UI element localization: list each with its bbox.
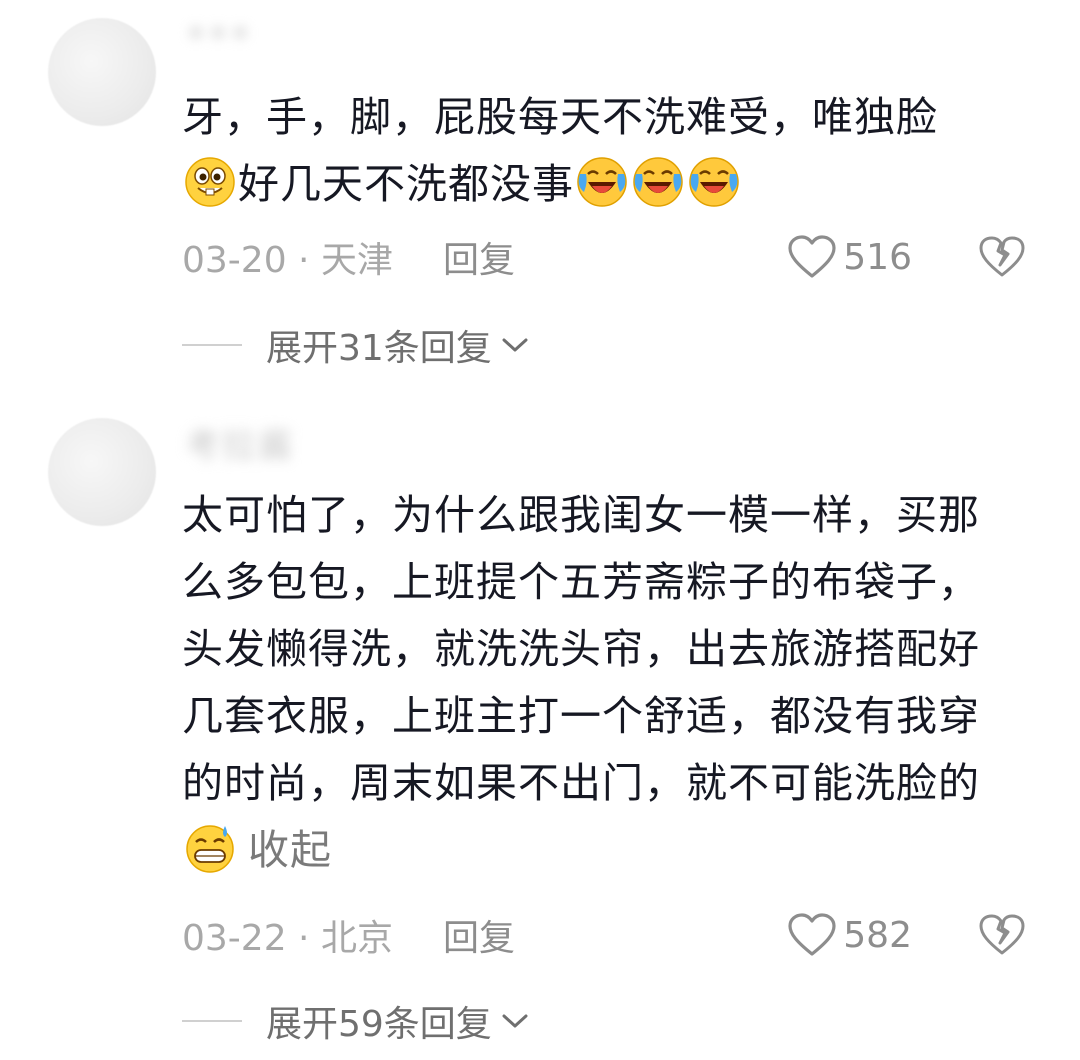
- date-location: 03-20 · 天津: [182, 240, 393, 281]
- username[interactable]: 考拉酱: [186, 418, 294, 467]
- chevron-down-icon: [502, 338, 528, 352]
- comment-meta: 03-22 · 北京 回复 582: [182, 910, 1026, 960]
- expand-replies-label: 展开59条回复: [266, 1004, 492, 1045]
- expand-replies-label: 展开31条回复: [266, 328, 492, 369]
- laughing-crying-emoji-icon: [632, 156, 684, 208]
- comment-item: ••• 牙，手，脚，屁股每天不洗难受，唯独脸 好几天不洗都没事 03-20 · …: [0, 0, 1080, 400]
- dislike-button[interactable]: [978, 913, 1026, 957]
- comment-item: 考拉酱 太可怕了，为什么跟我闺女一模一样，买那么多包包，上班提个五芳斋粽子的布袋…: [0, 400, 1080, 1060]
- reply-button[interactable]: 回复: [443, 909, 515, 961]
- comment-text-line: 好几天不洗都没事: [182, 151, 1002, 218]
- laughing-crying-emoji-icon: [576, 156, 628, 208]
- comment-text-segment: 好几天不洗都没事: [238, 160, 574, 208]
- grinning-sweat-emoji-icon: [184, 822, 236, 874]
- expand-replies-button[interactable]: 展开31条回复: [182, 320, 530, 370]
- collapse-button[interactable]: 收起: [248, 826, 332, 874]
- comment-meta: 03-20 · 天津 回复 516: [182, 232, 1026, 282]
- comment-text-line: 牙，手，脚，屁股每天不洗难受，唯独脸: [182, 93, 938, 141]
- laughing-crying-emoji-icon: [688, 156, 740, 208]
- divider-dash: [182, 344, 242, 346]
- chevron-down-icon: [502, 1014, 528, 1028]
- like-count: 582: [843, 914, 912, 956]
- divider-dash: [182, 1020, 242, 1022]
- like-count: 516: [843, 236, 912, 278]
- like-button[interactable]: 516: [787, 234, 912, 280]
- heart-outline-icon: [788, 235, 836, 278]
- heart-outline-icon: [788, 913, 836, 956]
- like-button[interactable]: 582: [787, 912, 912, 958]
- comment-text: 牙，手，脚，屁股每天不洗难受，唯独脸 好几天不洗都没事: [182, 84, 1002, 218]
- grinning-face-emoji-icon: [184, 156, 236, 208]
- comment-text: 太可怕了，为什么跟我闺女一模一样，买那么多包包，上班提个五芳斋粽子的布袋子，头发…: [182, 482, 1002, 884]
- expand-replies-button[interactable]: 展开59条回复: [182, 996, 530, 1046]
- dislike-button[interactable]: [978, 235, 1026, 279]
- avatar[interactable]: [48, 18, 156, 126]
- reply-button[interactable]: 回复: [443, 231, 515, 283]
- broken-heart-icon: [979, 914, 1025, 955]
- comment-text-segment: 太可怕了，为什么跟我闺女一模一样，买那么多包包，上班提个五芳斋粽子的布袋子，头发…: [182, 491, 980, 807]
- broken-heart-icon: [979, 236, 1025, 277]
- date-location: 03-22 · 北京: [182, 918, 393, 959]
- avatar[interactable]: [48, 418, 156, 526]
- comment-list: ••• 牙，手，脚，屁股每天不洗难受，唯独脸 好几天不洗都没事 03-20 · …: [0, 0, 1080, 1060]
- username[interactable]: •••: [186, 14, 252, 54]
